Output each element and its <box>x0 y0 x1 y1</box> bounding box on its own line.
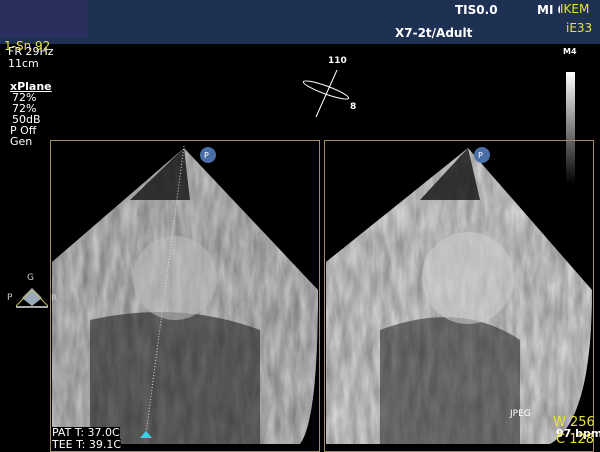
plane-indicator <box>302 69 350 118</box>
orientation-top: G <box>27 273 34 283</box>
right-image-panel <box>324 140 594 452</box>
center-value: C 128 <box>556 432 595 447</box>
probe-temperature: TEE T: 39.1C <box>52 438 122 451</box>
window-value: W 256 <box>553 415 595 430</box>
left-image-panel <box>50 140 320 452</box>
jpeg-label: JPEG <box>510 409 531 419</box>
right-marker-label: P <box>478 151 483 160</box>
orientation-icon <box>15 288 49 308</box>
left-marker-label: P <box>204 151 209 160</box>
plane-angle-primary: 110 <box>328 56 347 66</box>
institution-label: IKEM <box>560 2 590 16</box>
orientation-right: R <box>51 294 58 304</box>
plane-angle-secondary: 8 <box>350 102 357 112</box>
orientation-left: P <box>7 293 13 303</box>
series-label: 1-Sn 92 <box>4 39 51 53</box>
